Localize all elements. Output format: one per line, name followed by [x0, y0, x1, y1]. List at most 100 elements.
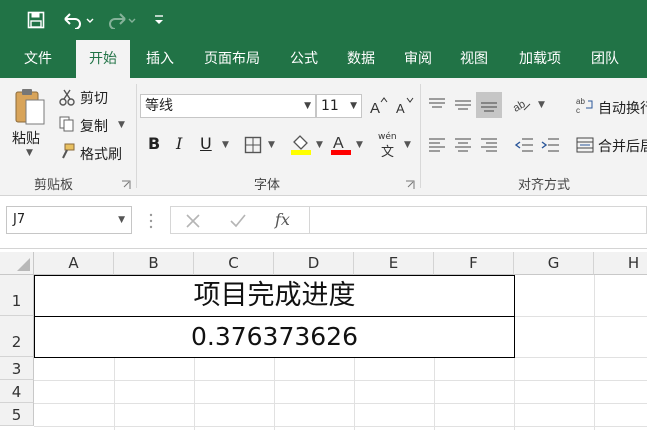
borders-dropdown-icon[interactable]: ▼ — [268, 140, 275, 150]
borders-icon[interactable] — [244, 136, 262, 154]
ribbon-home: 粘贴 ▼ 剪切 复制 ▼ 格式刷 剪贴板 等线 ▼ 11 ▼ A A B I U… — [0, 78, 647, 196]
fill-color-icon[interactable] — [290, 132, 312, 156]
tab-page-layout[interactable]: 页面布局 — [192, 40, 272, 78]
svg-text:c: c — [576, 106, 580, 114]
cancel-icon[interactable] — [185, 213, 201, 229]
column-header-g[interactable]: G — [514, 252, 594, 275]
underline-dropdown-icon[interactable]: ▼ — [222, 140, 229, 150]
svg-text:A: A — [396, 101, 405, 116]
formula-buttons: fx — [170, 206, 310, 234]
tab-view[interactable]: 视图 — [448, 40, 500, 78]
copy-button[interactable]: 复制 — [80, 116, 108, 136]
decrease-font-size-icon[interactable]: A — [394, 96, 414, 116]
ribbon-tabs: 文件 开始 插入 页面布局 公式 数据 审阅 视图 加载项 团队 — [0, 40, 647, 78]
cut-button[interactable]: 剪切 — [80, 88, 108, 108]
column-header-c[interactable]: C — [194, 252, 274, 275]
tab-formulas[interactable]: 公式 — [278, 40, 330, 78]
alignment-group-label: 对齐方式 — [518, 178, 571, 193]
copy-dropdown-icon[interactable]: ▼ — [118, 120, 125, 130]
row-header-4[interactable]: 4 — [0, 380, 34, 403]
undo-icon[interactable] — [60, 8, 96, 32]
drag-handle-icon[interactable] — [148, 212, 154, 230]
paste-icon[interactable] — [12, 86, 48, 126]
format-painter-button[interactable]: 格式刷 — [80, 144, 122, 164]
column-header-b[interactable]: B — [114, 252, 194, 275]
column-header-h[interactable]: H — [594, 252, 647, 275]
font-name-value: 等线 — [145, 98, 173, 114]
tab-data[interactable]: 数据 — [334, 40, 388, 78]
tab-addins[interactable]: 加载项 — [506, 40, 574, 78]
format-painter-icon — [58, 142, 76, 160]
phonetic-dropdown-icon[interactable]: ▼ — [404, 140, 411, 150]
chevron-down-icon: ▼ — [350, 101, 357, 111]
align-center-icon[interactable] — [454, 136, 472, 154]
name-box[interactable]: J7 ▼ — [6, 206, 132, 234]
save-icon[interactable] — [24, 8, 48, 32]
quick-access-toolbar — [0, 0, 647, 40]
merged-cell-a2-f2[interactable]: 0.376373626 — [34, 316, 515, 358]
row-header-2[interactable]: 2 — [0, 316, 34, 357]
clipboard-launcher-icon[interactable] — [121, 179, 131, 189]
orientation-dropdown-icon[interactable]: ▼ — [538, 100, 545, 110]
column-header-f[interactable]: F — [434, 252, 514, 275]
font-group-label: 字体 — [254, 178, 281, 193]
tab-home[interactable]: 开始 — [76, 40, 130, 78]
gridline — [34, 426, 647, 427]
tab-insert[interactable]: 插入 — [134, 40, 186, 78]
select-all-corner[interactable] — [0, 252, 34, 275]
chevron-down-icon: ▼ — [118, 215, 125, 225]
tab-file[interactable]: 文件 — [10, 40, 66, 78]
column-header-a[interactable]: A — [34, 252, 114, 275]
merged-cell-a1-f1[interactable]: 项目完成进度 — [34, 275, 515, 317]
increase-font-size-icon[interactable]: A — [368, 96, 388, 117]
redo-icon[interactable] — [104, 8, 140, 32]
chevron-down-icon: ▼ — [304, 101, 311, 111]
paste-dropdown-icon[interactable]: ▼ — [26, 148, 33, 158]
orientation-icon[interactable]: ab — [511, 96, 534, 115]
font-launcher-icon[interactable] — [405, 179, 415, 189]
font-size-select[interactable]: 11 ▼ — [316, 94, 362, 118]
phonetic-button[interactable]: wén — [378, 132, 397, 142]
group-separator — [136, 84, 137, 188]
merge-center-icon — [576, 136, 594, 154]
tab-review[interactable]: 审阅 — [392, 40, 444, 78]
svg-text:A: A — [333, 135, 344, 152]
font-color-icon[interactable]: A — [330, 132, 352, 156]
row-header-1[interactable]: 1 — [0, 275, 34, 316]
formula-input[interactable] — [310, 206, 647, 234]
fill-color-dropdown-icon[interactable]: ▼ — [316, 140, 323, 150]
gridline — [594, 275, 595, 430]
font-name-select[interactable]: 等线 ▼ — [140, 94, 316, 118]
bold-button[interactable]: B — [148, 134, 160, 153]
scissors-icon — [58, 88, 76, 106]
merge-center-button[interactable]: 合并后居中 — [598, 136, 647, 156]
gridline — [34, 403, 647, 404]
paste-button[interactable]: 粘贴 — [12, 128, 40, 148]
enter-check-icon[interactable] — [229, 213, 247, 229]
row-header-3[interactable]: 3 — [0, 357, 34, 380]
middle-align-icon[interactable] — [454, 96, 472, 114]
svg-text:文: 文 — [381, 145, 394, 158]
align-right-icon[interactable] — [480, 136, 498, 154]
column-header-e[interactable]: E — [354, 252, 434, 275]
font-color-dropdown-icon[interactable]: ▼ — [356, 140, 363, 150]
wrap-text-button[interactable]: 自动换行 — [598, 98, 647, 118]
svg-text:ab: ab — [576, 97, 585, 106]
clipboard-group-label: 剪贴板 — [34, 178, 74, 193]
tab-team[interactable]: 团队 — [580, 40, 630, 78]
align-left-icon[interactable] — [428, 136, 446, 154]
formula-bar: J7 ▼ fx — [0, 196, 647, 248]
decrease-indent-icon[interactable] — [514, 136, 534, 154]
italic-button[interactable]: I — [176, 134, 182, 153]
increase-indent-icon[interactable] — [540, 136, 560, 154]
top-align-icon[interactable] — [428, 96, 446, 114]
phonetic-icon: 文 — [380, 142, 396, 160]
svg-text:A: A — [370, 100, 380, 116]
group-separator — [420, 84, 421, 188]
underline-button[interactable]: U — [200, 134, 212, 153]
row-header-5[interactable]: 5 — [0, 403, 34, 426]
customize-qat-icon[interactable] — [150, 8, 168, 32]
insert-function-button[interactable]: fx — [275, 210, 290, 229]
column-header-d[interactable]: D — [274, 252, 354, 275]
bottom-align-icon[interactable] — [476, 92, 502, 118]
